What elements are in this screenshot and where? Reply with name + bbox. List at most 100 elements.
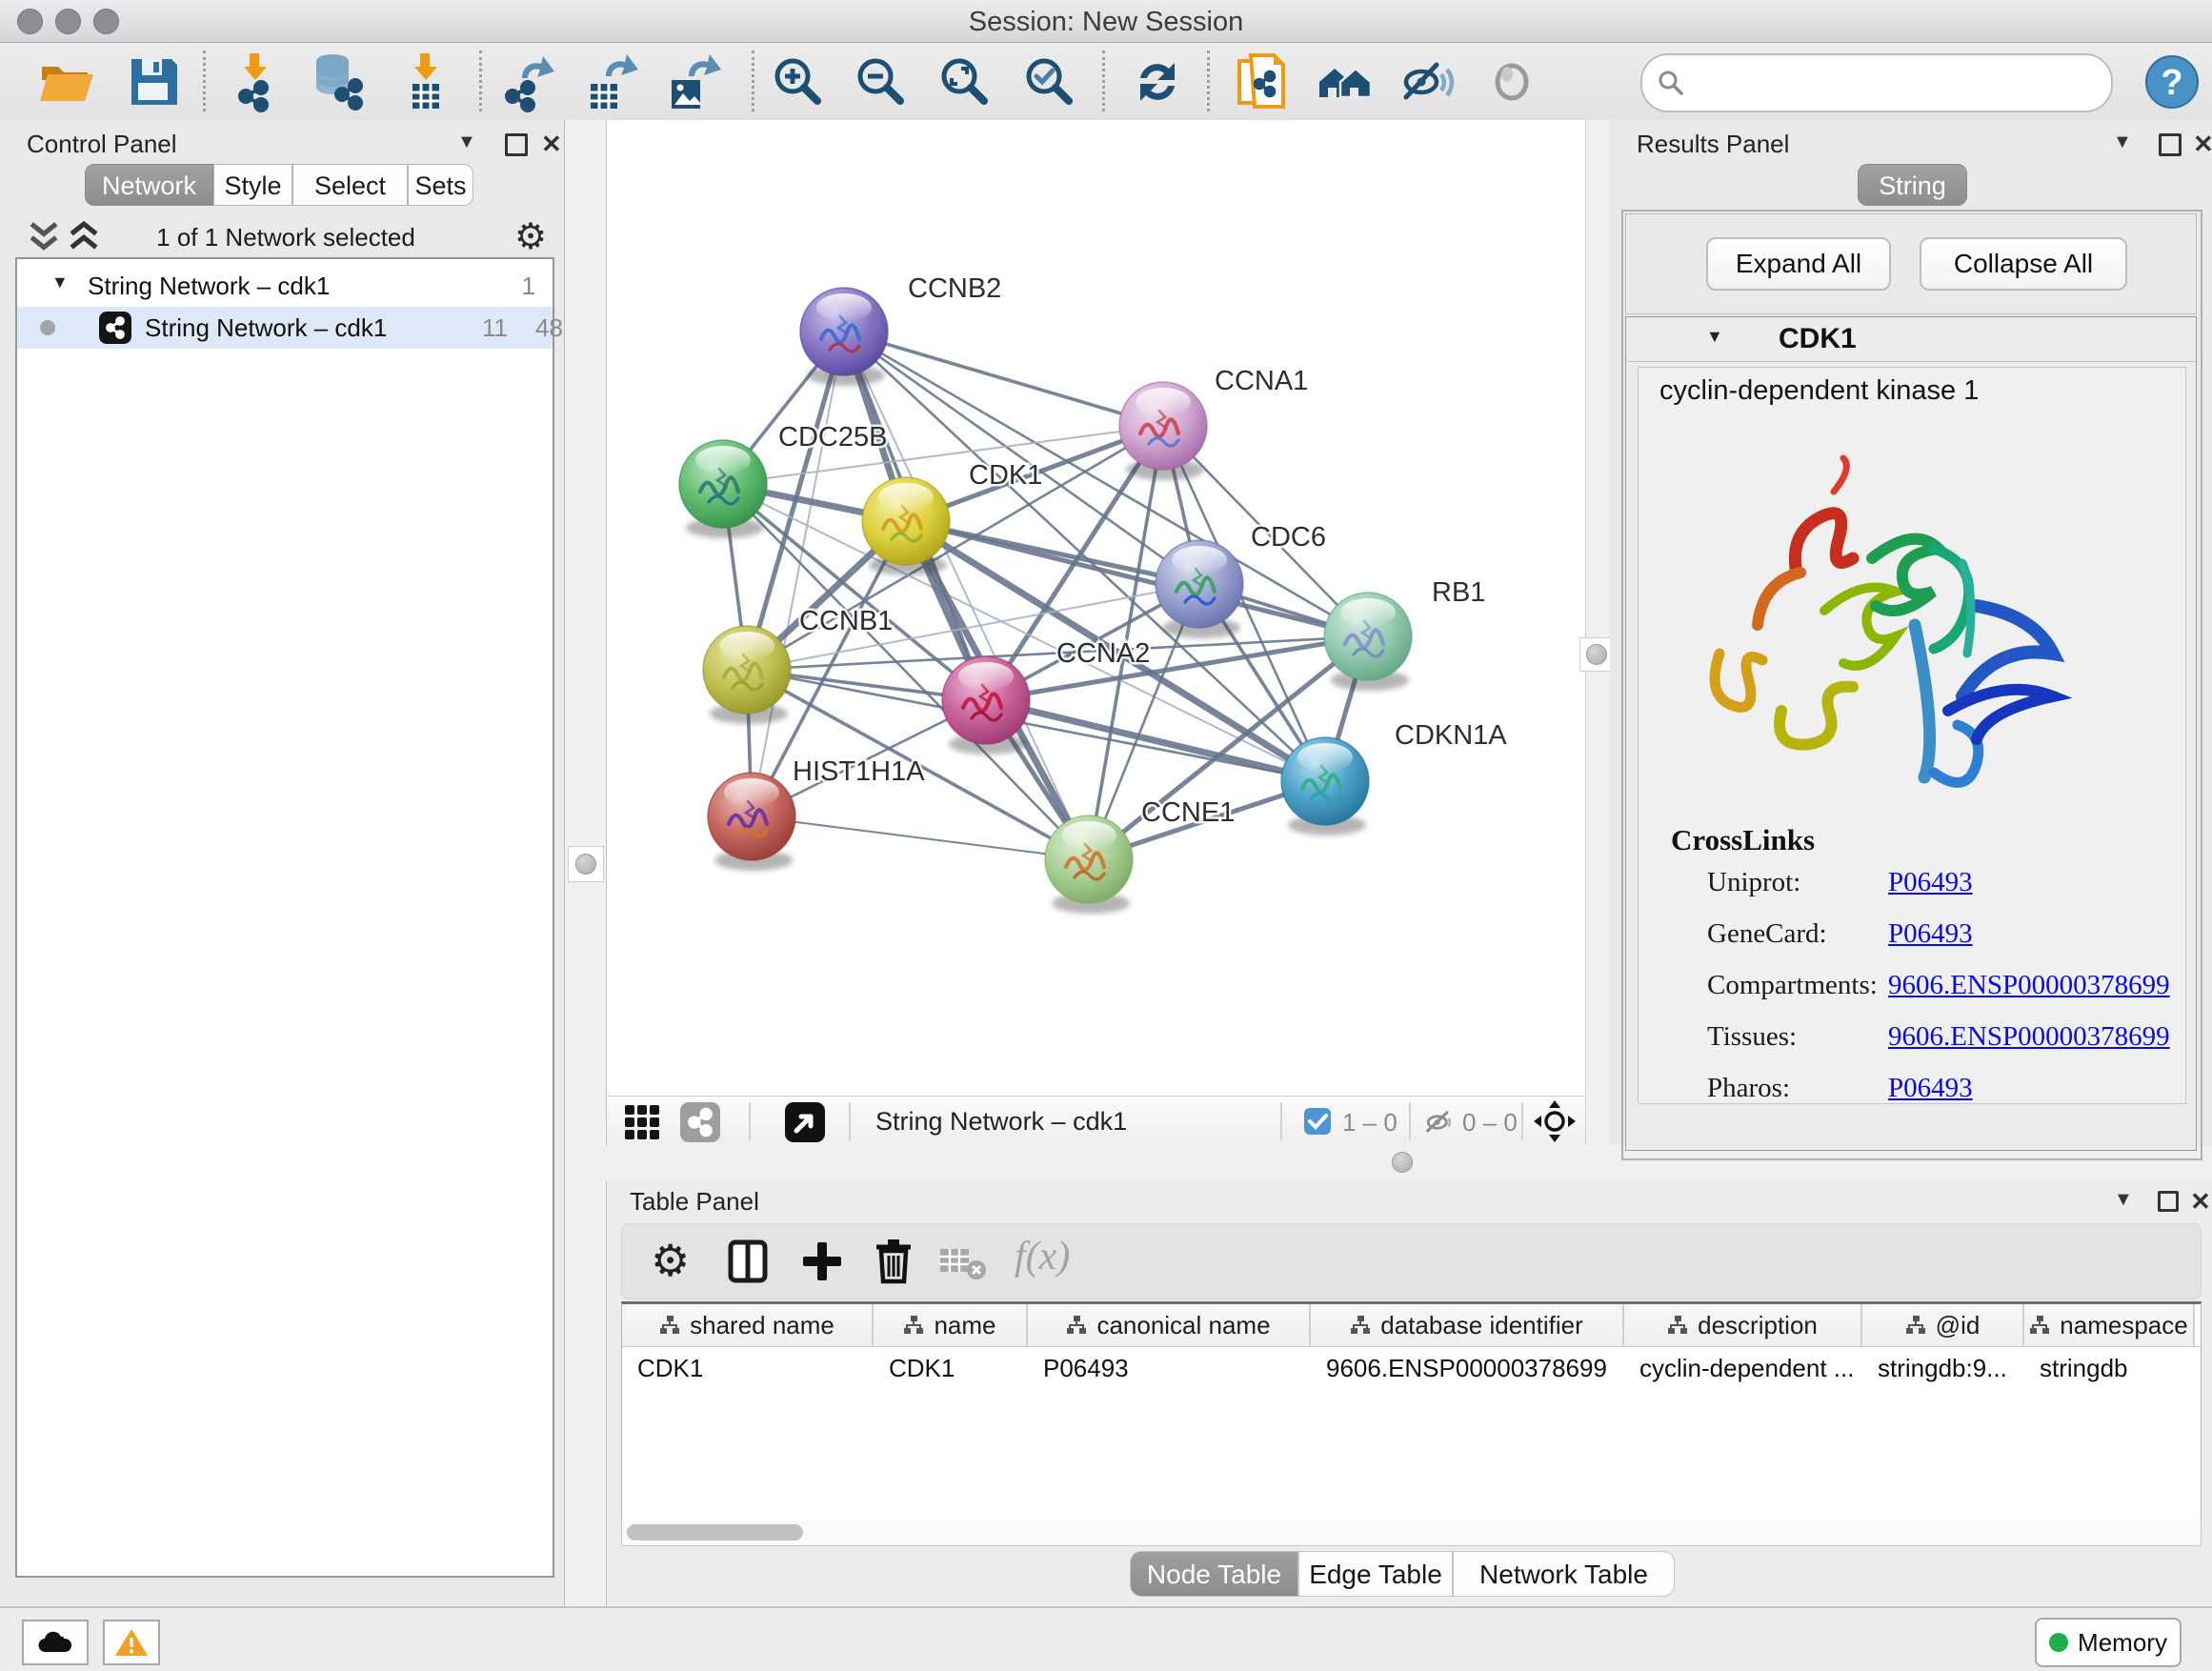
network-collection-row[interactable]: ▼ String Network – cdk1 1 (17, 265, 553, 307)
add-column-icon[interactable] (801, 1239, 843, 1283)
grid-view-icon[interactable] (623, 1103, 661, 1141)
panel-collapse-icon[interactable]: ▼ (2114, 1189, 2133, 1211)
splitter-grip[interactable] (568, 846, 604, 882)
column-header-shared-name[interactable]: shared name (622, 1304, 874, 1346)
tab-style[interactable]: Style (213, 164, 292, 206)
node-CDKN1A[interactable] (1281, 737, 1369, 836)
crosslink-link[interactable]: 9606.ENSP00000378699 (1888, 1021, 2170, 1053)
hide-glasses-icon[interactable] (1398, 51, 1459, 112)
column-header-name[interactable]: name (874, 1304, 1028, 1346)
save-session-icon[interactable] (122, 51, 183, 112)
expand-all-tree-icon[interactable] (27, 219, 61, 253)
network-canvas[interactable]: CCNB2CCNA1CDC25BCDK1CDC6RB1CCNB1CCNA2CDK… (607, 120, 1586, 1096)
table-cell[interactable]: CDK1 (622, 1347, 874, 1389)
control-network-splitter[interactable] (564, 120, 607, 1606)
cloud-button[interactable] (22, 1620, 89, 1665)
node-HIST1H1A[interactable] (708, 773, 795, 871)
node-table[interactable]: shared namenamecanonical namedatabase id… (621, 1301, 2202, 1524)
panel-collapse-icon[interactable]: ▼ (2113, 131, 2132, 153)
collapse-all-tree-icon[interactable] (67, 219, 101, 253)
hidden-eye-slash-icon[interactable] (1422, 1105, 1457, 1139)
table-cell[interactable]: cyclin-dependent ... (1624, 1347, 1862, 1389)
scrollbar-thumb[interactable] (627, 1524, 803, 1540)
tab-edge-table[interactable]: Edge Table (1298, 1551, 1453, 1597)
collapse-all-button[interactable]: Collapse All (1920, 237, 2127, 291)
tab-network-table[interactable]: Network Table (1453, 1551, 1675, 1597)
fit-content-crosshair-icon[interactable] (1533, 1099, 1577, 1143)
node-CCNE1[interactable] (1045, 815, 1133, 914)
network-view[interactable]: CCNB2CCNA1CDC25BCDK1CDC6RB1CCNB1CCNA2CDK… (606, 120, 1586, 1096)
splitter-grip[interactable] (1387, 1147, 1418, 1178)
export-network-icon[interactable] (499, 51, 560, 112)
network-results-splitter[interactable] (1585, 120, 1611, 1145)
entry-expander-icon[interactable]: ▼ (1706, 327, 1723, 347)
function-builder-icon[interactable]: f(x) (1015, 1234, 1070, 1279)
tab-sets[interactable]: Sets (408, 164, 473, 206)
horizontal-scrollbar[interactable] (621, 1520, 2202, 1546)
crosslink-link[interactable]: P06493 (1888, 867, 1973, 898)
column-header-description[interactable]: description (1624, 1304, 1862, 1346)
entry-header[interactable]: ▼ CDK1 (1626, 317, 2196, 362)
import-network-icon[interactable] (225, 51, 286, 112)
delete-table-icon[interactable] (938, 1245, 988, 1281)
column-header-canonical-name[interactable]: canonical name (1028, 1304, 1311, 1346)
share-view-icon[interactable] (680, 1102, 720, 1142)
expand-all-button[interactable]: Expand All (1706, 237, 1891, 291)
show-columns-icon[interactable] (727, 1239, 769, 1283)
node-CCNA2[interactable] (942, 656, 1030, 755)
network-options-gear-icon[interactable]: ⚙ (514, 215, 547, 258)
column-header-database-identifier[interactable]: database identifier (1311, 1304, 1624, 1346)
delete-column-trash-icon[interactable] (872, 1238, 915, 1285)
warnings-button[interactable] (103, 1620, 160, 1665)
panel-float-icon[interactable] (505, 133, 528, 156)
import-database-icon[interactable] (308, 51, 369, 112)
open-session-icon[interactable] (36, 51, 97, 112)
panel-close-icon[interactable]: ✕ (541, 130, 562, 159)
tree-expander-icon[interactable]: ▼ (51, 272, 69, 292)
column-header-namespace[interactable]: namespace (2024, 1304, 2195, 1346)
splitter-grip[interactable] (1579, 637, 1614, 672)
table-cell[interactable]: stringdb:9... (1862, 1347, 2024, 1389)
table-settings-gear-icon[interactable]: ⚙ (651, 1236, 690, 1285)
table-cell[interactable]: 9606.ENSP00000378699 (1311, 1347, 1624, 1389)
export-table-icon[interactable] (579, 51, 640, 112)
tab-network[interactable]: Network (85, 164, 213, 206)
import-table-icon[interactable] (395, 51, 456, 112)
panel-collapse-icon[interactable]: ▼ (457, 131, 476, 153)
node-CCNB1[interactable] (703, 626, 791, 724)
panel-float-icon[interactable] (2159, 133, 2182, 156)
table-row[interactable]: CDK1CDK1P064939606.ENSP00000378699cyclin… (622, 1347, 2201, 1389)
eye-icon[interactable] (1481, 51, 1542, 112)
refresh-icon[interactable] (1127, 51, 1188, 112)
memory-button[interactable]: Memory (2035, 1618, 2182, 1667)
edge-CCNB2-CCNA1[interactable] (844, 332, 1163, 426)
zoom-selected-icon[interactable] (1019, 51, 1080, 112)
node-CDC6[interactable] (1156, 540, 1243, 638)
crosslink-link[interactable]: P06493 (1888, 1073, 1973, 1104)
network-row-selected[interactable]: String Network – cdk1 11 48 (17, 307, 553, 349)
panel-close-icon[interactable]: ✕ (2190, 1187, 2211, 1217)
table-cell[interactable]: stringdb (2024, 1347, 2195, 1389)
tab-select[interactable]: Select (292, 164, 408, 206)
export-image-icon[interactable] (662, 51, 723, 112)
homes-icon[interactable] (1316, 51, 1377, 112)
node-CDC25B[interactable] (679, 440, 767, 538)
panel-close-icon[interactable]: ✕ (2193, 130, 2212, 159)
node-CCNB2[interactable] (800, 288, 888, 386)
help-icon[interactable]: ? (2142, 51, 2202, 112)
edge-HIST1H1A-CCNE1[interactable] (752, 816, 1089, 859)
tab-node-table[interactable]: Node Table (1130, 1551, 1298, 1597)
node-CCNA1[interactable] (1119, 382, 1207, 480)
search-input[interactable] (1640, 53, 2113, 112)
panel-float-icon[interactable] (2158, 1191, 2179, 1212)
selected-checkbox-icon[interactable] (1304, 1108, 1331, 1135)
table-cell[interactable]: CDK1 (874, 1347, 1028, 1389)
node-RB1[interactable] (1324, 593, 1412, 691)
tab-string[interactable]: String (1858, 164, 1967, 206)
network-document-icon[interactable] (1232, 51, 1293, 112)
crosslink-link[interactable]: P06493 (1888, 918, 1973, 950)
column-header-@id[interactable]: @id (1862, 1304, 2024, 1346)
birds-eye-view-icon[interactable] (785, 1102, 825, 1142)
node-CDK1[interactable] (862, 477, 950, 575)
zoom-out-icon[interactable] (851, 51, 912, 112)
